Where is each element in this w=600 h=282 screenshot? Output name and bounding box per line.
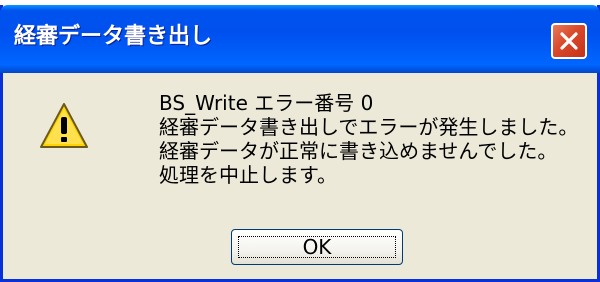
- message-line: BS_Write エラー番号 0: [159, 91, 374, 115]
- message-line: 処理を中止します。: [159, 163, 337, 187]
- ok-button-label: OK: [302, 235, 332, 259]
- ok-button[interactable]: OK: [231, 229, 403, 265]
- dialog-title: 経審データ書き出し: [14, 24, 213, 49]
- dialog-body: BS_Write エラー番号 0 経審データ書き出しでエラーが発生しました。 経…: [3, 73, 597, 282]
- close-icon: [560, 32, 578, 50]
- message-line: 経審データ書き出しでエラーが発生しました。: [159, 115, 579, 139]
- close-button[interactable]: [551, 23, 587, 59]
- error-message: BS_Write エラー番号 0 経審データ書き出しでエラーが発生しました。 経…: [159, 91, 578, 187]
- message-line: 経審データが正常に書き込めませんでした。: [159, 139, 558, 163]
- error-dialog: 経審データ書き出し BS_Write エラー番号 0 経審データ書き出しでエラー…: [0, 5, 600, 282]
- title-bar[interactable]: 経審データ書き出し: [0, 5, 600, 73]
- warning-icon: [40, 103, 88, 148]
